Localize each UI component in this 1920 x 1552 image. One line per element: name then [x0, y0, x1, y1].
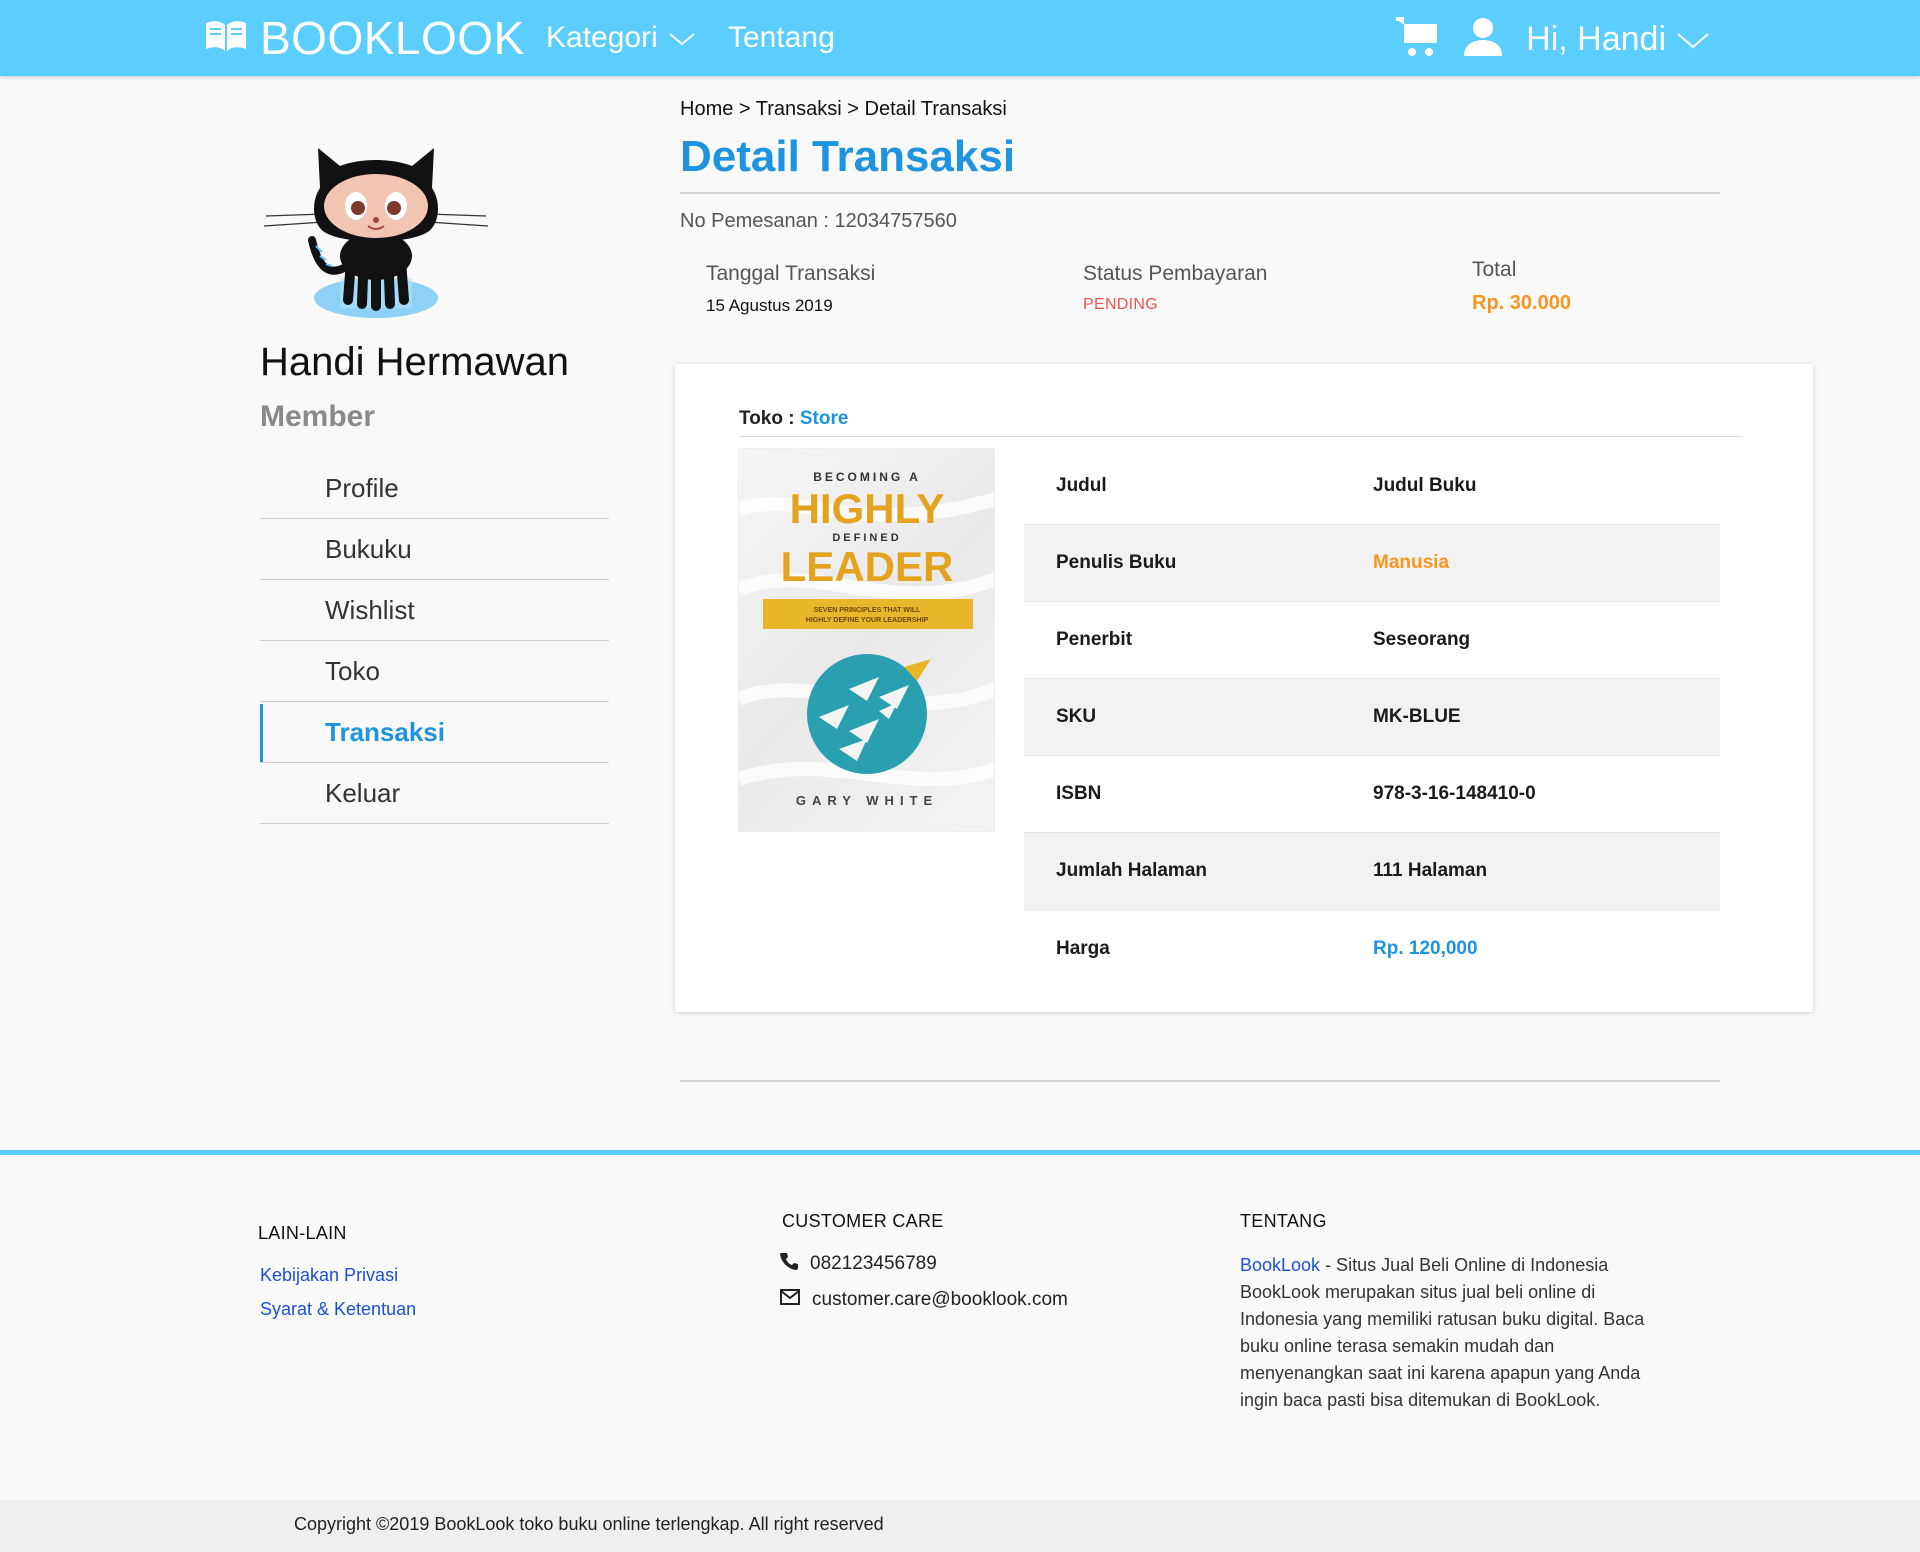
cover-text: HIGHLY DEFINE YOUR LEADERSHIP	[806, 617, 929, 624]
cover-text: BECOMING A	[813, 470, 921, 484]
open-book-icon	[204, 19, 248, 58]
divider	[680, 1080, 1720, 1082]
chevron-down-icon	[668, 21, 696, 55]
payment-status: Status Pembayaran PENDING	[1083, 262, 1267, 314]
table-row: Penerbit Seseorang	[1024, 602, 1720, 679]
sidebar-item-label: Profile	[325, 472, 399, 503]
copyright-text: Copyright ©2019 BookLook toko buku onlin…	[294, 1514, 884, 1534]
link-kebijakan-privasi[interactable]: Kebijakan Privasi	[260, 1265, 398, 1286]
footer-heading-care: CUSTOMER CARE	[782, 1211, 944, 1231]
sidebar-item-wishlist[interactable]: Wishlist	[260, 580, 609, 641]
email-contact[interactable]: customer.care@booklook.com	[780, 1289, 1068, 1311]
transaction-date: Tanggal Transaksi 15 Agustus 2019	[706, 262, 875, 316]
link-syarat-ketentuan[interactable]: Syarat & Ketentuan	[260, 1299, 416, 1320]
cover-text: SEVEN PRINCIPLES THAT WILL	[814, 607, 922, 614]
phone-number: 082123456789	[810, 1253, 937, 1274]
author-link[interactable]: Manusia	[1373, 552, 1449, 574]
brand-name: BOOKLOOK	[260, 12, 525, 64]
order-number: No Pemesanan : 12034757560	[680, 210, 957, 232]
row-value: 978-3-16-148410-0	[1373, 783, 1536, 804]
row-key: Judul	[1056, 475, 1107, 496]
phone-contact[interactable]: 082123456789	[780, 1252, 937, 1276]
table-row: Harga Rp. 120,000	[1024, 910, 1720, 987]
transaction-date-label: Tanggal Transaksi	[706, 262, 876, 285]
row-key: Penerbit	[1056, 629, 1133, 650]
transaction-date-value: 15 Agustus 2019	[706, 296, 833, 315]
sidebar-item-bukuku[interactable]: Bukuku	[260, 519, 609, 580]
user-icon[interactable]	[1462, 16, 1504, 63]
brand-logo[interactable]: BOOKLOOK	[204, 10, 525, 66]
sidebar-menu: Profile Bukuku Wishlist Toko Transaksi K…	[260, 458, 609, 824]
footer-heading-tentang: TENTANG	[1240, 1211, 1327, 1231]
row-value: Seseorang	[1373, 629, 1471, 650]
sidebar-item-keluar[interactable]: Keluar	[260, 763, 609, 824]
row-value: 111 Halaman	[1373, 860, 1488, 881]
breadcrumb[interactable]: Home > Transaksi > Detail Transaksi	[680, 98, 1007, 121]
avatar	[263, 128, 489, 328]
email-address: customer.care@booklook.com	[812, 1289, 1068, 1310]
nav-tentang-label: Tentang	[728, 21, 835, 54]
page-title: Detail Transaksi	[680, 132, 1016, 181]
book-cover: BECOMING A HIGHLY DEFINED LEADER SEVEN P…	[738, 448, 995, 832]
copyright-bar: Copyright ©2019 BookLook toko buku onlin…	[0, 1500, 1920, 1552]
about-brand-link[interactable]: BookLook	[1240, 1255, 1320, 1275]
row-key: ISBN	[1056, 783, 1102, 804]
divider	[739, 436, 1743, 437]
table-row: SKU MK-BLUE	[1024, 679, 1720, 756]
row-value: MK-BLUE	[1373, 706, 1461, 727]
user-name: Handi Hermawan	[260, 340, 570, 384]
price-value: Rp. 120,000	[1373, 937, 1478, 959]
row-key: Penulis Buku	[1056, 552, 1177, 573]
row-key: SKU	[1056, 706, 1097, 727]
book-detail-table: Judul Judul Buku Penulis Buku Manusia Pe…	[1024, 448, 1720, 987]
store-link[interactable]: Store	[800, 408, 849, 429]
sidebar-item-label: Bukuku	[325, 533, 412, 564]
total: Total Rp. 30.000	[1472, 258, 1571, 315]
cover-text: HIGHLY	[790, 485, 945, 532]
phone-icon	[780, 1252, 798, 1276]
row-value: Judul Buku	[1373, 475, 1477, 496]
payment-status-label: Status Pembayaran	[1083, 262, 1268, 285]
sidebar-item-toko[interactable]: Toko	[260, 641, 609, 702]
nav-kategori-label: Kategori	[546, 21, 658, 54]
user-role: Member	[260, 400, 376, 433]
navbar: BOOKLOOK Kategori Tentang Hi, Handi	[0, 0, 1920, 76]
sidebar-item-transaksi[interactable]: Transaksi	[260, 702, 609, 763]
user-menu[interactable]: Hi, Handi	[1526, 20, 1710, 59]
total-value: Rp. 30.000	[1472, 292, 1571, 314]
nav-tentang[interactable]: Tentang	[728, 18, 835, 58]
chevron-down-icon	[1676, 20, 1710, 59]
store-label: Toko :	[739, 408, 795, 429]
nav-kategori[interactable]: Kategori	[546, 18, 696, 58]
row-key: Jumlah Halaman	[1056, 860, 1207, 881]
total-label: Total	[1472, 258, 1517, 281]
cart-icon[interactable]	[1394, 15, 1440, 64]
sidebar-item-label: Toko	[325, 655, 380, 686]
divider	[680, 192, 1720, 194]
footer-heading-lain: LAIN-LAIN	[258, 1223, 347, 1243]
mail-icon	[780, 1289, 800, 1311]
table-row: Penulis Buku Manusia	[1024, 525, 1720, 602]
table-row: ISBN 978-3-16-148410-0	[1024, 756, 1720, 833]
sidebar-item-label: Keluar	[325, 777, 401, 808]
sidebar-item-profile[interactable]: Profile	[260, 458, 609, 519]
table-row: Jumlah Halaman 111 Halaman	[1024, 833, 1720, 910]
about-description: - Situs Jual Beli Online di Indonesia Bo…	[1240, 1255, 1645, 1410]
table-row: Judul Judul Buku	[1024, 448, 1720, 525]
greeting-label: Hi, Handi	[1526, 19, 1666, 58]
about-text: BookLook - Situs Jual Beli Online di Ind…	[1240, 1252, 1660, 1414]
cover-text: LEADER	[781, 543, 954, 590]
store-line: Toko : Store	[739, 408, 848, 430]
sidebar-item-label: Wishlist	[325, 594, 415, 625]
nav-right: Hi, Handi	[1394, 14, 1710, 64]
footer-divider	[0, 1150, 1920, 1155]
transaction-card: Toko : Store BECOMING A HIGHLY DEFINED L…	[675, 364, 1813, 1012]
sidebar-item-label: Transaksi	[325, 716, 445, 747]
status-badge: PENDING	[1083, 296, 1158, 313]
row-key: Harga	[1056, 937, 1110, 959]
cover-text: GARY WHITE	[796, 793, 938, 808]
